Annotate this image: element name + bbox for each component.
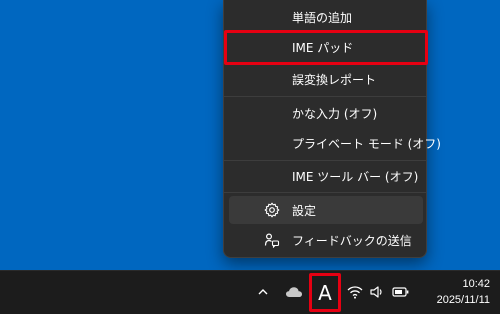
menu-item-label: 単語の追加 bbox=[292, 10, 353, 25]
menu-item-kana-input[interactable]: かな入力 (オフ) bbox=[224, 98, 426, 128]
menu-item-label: プライベート モード (オフ) bbox=[292, 136, 441, 151]
menu-divider bbox=[224, 192, 426, 193]
menu-item-ime-toolbar[interactable]: IME ツール バー (オフ) bbox=[224, 161, 426, 191]
clock-date: 2025/11/11 bbox=[436, 294, 490, 306]
cloud-icon[interactable] bbox=[285, 285, 303, 299]
menu-item-label: IME ツール バー (オフ) bbox=[292, 169, 419, 184]
menu-item-send-feedback[interactable]: フィードバックの送信 bbox=[224, 225, 426, 255]
menu-item-settings[interactable]: 設定 bbox=[224, 195, 426, 225]
menu-item-label: フィードバックの送信 bbox=[292, 233, 412, 248]
menu-item-label: かな入力 (オフ) bbox=[292, 106, 378, 121]
menu-item-error-report[interactable]: 誤変換レポート bbox=[224, 64, 426, 94]
menu-item-ime-pad[interactable]: IME パッド bbox=[224, 32, 426, 62]
feedback-icon bbox=[264, 232, 280, 249]
clock-time: 10:42 bbox=[462, 278, 490, 290]
speaker-icon[interactable] bbox=[369, 284, 385, 300]
menu-item-private-mode[interactable]: プライベート モード (オフ) bbox=[224, 128, 441, 158]
chevron-up-icon[interactable] bbox=[256, 285, 270, 299]
menu-divider bbox=[224, 96, 426, 97]
ime-indicator-highlight bbox=[309, 273, 341, 312]
taskbar: A 10:42 2025/11/11 bbox=[0, 270, 500, 314]
menu-item-label: 設定 bbox=[292, 203, 317, 218]
menu-item-add-word[interactable]: 単語の追加 bbox=[224, 2, 426, 32]
ime-context-menu: 単語の追加 IME パッド 誤変換レポート かな入力 (オフ) プライベート モ… bbox=[223, 0, 441, 258]
menu-item-label: IME パッド bbox=[292, 40, 354, 55]
wifi-icon[interactable] bbox=[347, 284, 363, 300]
gear-icon bbox=[264, 202, 280, 218]
menu-item-label: 誤変換レポート bbox=[292, 72, 377, 87]
system-clock[interactable]: 10:42 2025/11/11 bbox=[437, 276, 490, 308]
battery-icon[interactable] bbox=[392, 285, 410, 299]
